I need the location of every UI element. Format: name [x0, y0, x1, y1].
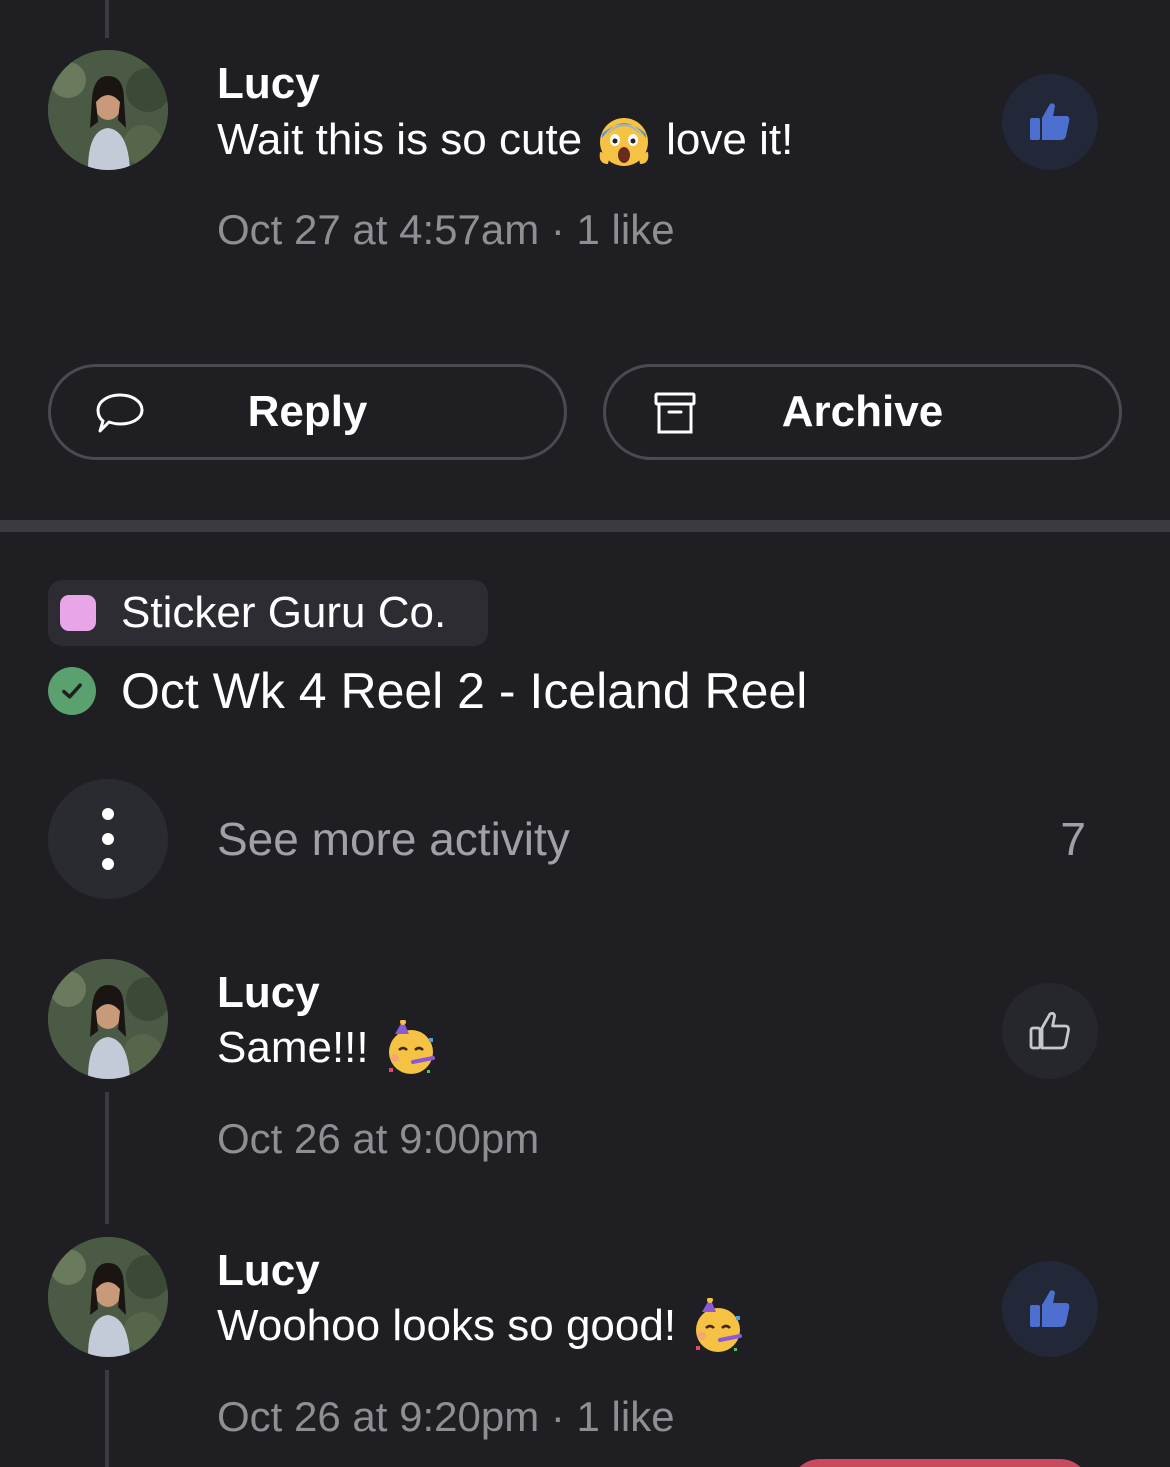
partying-face-icon — [690, 1297, 746, 1354]
avatar[interactable] — [48, 50, 168, 170]
archive-button[interactable]: Archive — [603, 364, 1122, 460]
like-button[interactable] — [1002, 983, 1098, 1079]
comment-text: Wait this is so cute love it! — [217, 112, 793, 168]
thread-connector — [105, 1092, 109, 1224]
project-name: Sticker Guru Co. — [121, 588, 447, 637]
more-options-button[interactable] — [48, 779, 168, 899]
comment-timestamp: Oct 26 at 9:20pm · 1 like — [217, 1393, 675, 1440]
thread-connector — [105, 0, 109, 38]
section-divider — [0, 520, 1170, 532]
comment-text-part: love it! — [666, 115, 794, 164]
comment-author: Lucy — [217, 1246, 320, 1295]
avatar[interactable] — [48, 1237, 168, 1357]
inbox-activity-screen: Lucy Wait this is so cute love it! Oct 2… — [0, 0, 1170, 1467]
avatar[interactable] — [48, 959, 168, 1079]
completed-check-icon — [48, 667, 96, 715]
project-tag[interactable]: Sticker Guru Co. — [48, 580, 488, 646]
floating-action-button[interactable] — [790, 1459, 1090, 1467]
comment-text-part: Wait this is so cute — [217, 115, 583, 164]
archive-label: Archive — [781, 387, 944, 436]
comment-author: Lucy — [217, 59, 320, 108]
comment-text: Same!!! — [217, 1019, 453, 1076]
like-button[interactable] — [1002, 1261, 1098, 1357]
project-color-swatch — [60, 595, 96, 631]
thumbs-up-filled-icon — [1030, 1290, 1070, 1327]
partying-face-icon — [383, 1019, 439, 1076]
see-more-activity-link[interactable]: See more activity — [217, 812, 570, 866]
task-title: Oct Wk 4 Reel 2 - Iceland Reel — [121, 663, 808, 719]
face-screaming-in-fear-icon — [596, 112, 652, 168]
thumbs-up-outline-icon — [1029, 1011, 1070, 1050]
comment-timestamp: Oct 27 at 4:57am · 1 like — [217, 206, 675, 253]
comment-timestamp: Oct 26 at 9:00pm — [217, 1115, 540, 1162]
vertical-ellipsis-icon — [102, 808, 114, 870]
comment-text: Woohoo looks so good! — [217, 1297, 760, 1354]
comment-text-part: Same!!! — [217, 1023, 369, 1072]
like-button[interactable] — [1002, 74, 1098, 170]
comment-author: Lucy — [217, 968, 320, 1017]
thread-connector — [105, 1370, 109, 1467]
reply-label: Reply — [247, 387, 368, 436]
comment-text-part: Woohoo looks so good! — [217, 1301, 677, 1350]
activity-count: 7 — [1060, 813, 1086, 865]
task-title-row[interactable]: Oct Wk 4 Reel 2 - Iceland Reel — [48, 662, 807, 720]
reply-button[interactable]: Reply — [48, 364, 567, 460]
thumbs-up-filled-icon — [1030, 103, 1070, 140]
